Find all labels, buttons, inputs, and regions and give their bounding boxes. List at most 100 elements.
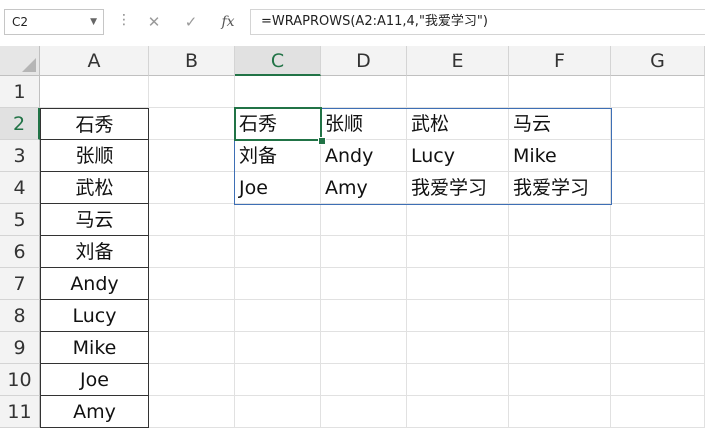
cell-c3[interactable]: 刘备 <box>235 140 321 172</box>
cell-c9[interactable] <box>235 332 321 364</box>
cell-e7[interactable] <box>407 268 509 300</box>
row-header-11[interactable]: 11 <box>0 396 40 428</box>
cell-g4[interactable] <box>611 172 705 204</box>
column-header-g[interactable]: G <box>611 46 705 76</box>
row-header-7[interactable]: 7 <box>0 268 40 300</box>
cell-c6[interactable] <box>235 236 321 268</box>
row-header-10[interactable]: 10 <box>0 364 40 396</box>
cell-a4[interactable]: 武松 <box>40 172 149 204</box>
cell-a1[interactable] <box>40 76 149 108</box>
cell-g9[interactable] <box>611 332 705 364</box>
cell-d5[interactable] <box>321 204 407 236</box>
cell-a6[interactable]: 刘备 <box>40 236 149 268</box>
cell-b5[interactable] <box>149 204 235 236</box>
cell-e3[interactable]: Lucy <box>407 140 509 172</box>
cell-a7[interactable]: Andy <box>40 268 149 300</box>
cell-d7[interactable] <box>321 268 407 300</box>
cell-d10[interactable] <box>321 364 407 396</box>
cell-a5[interactable]: 马云 <box>40 204 149 236</box>
cancel-icon[interactable]: ✕ <box>138 9 170 35</box>
row-header-6[interactable]: 6 <box>0 236 40 268</box>
row-header-4[interactable]: 4 <box>0 172 40 204</box>
cell-f9[interactable] <box>509 332 611 364</box>
cell-g2[interactable] <box>611 108 705 140</box>
cell-d3[interactable]: Andy <box>321 140 407 172</box>
cell-e11[interactable] <box>407 396 509 428</box>
column-header-c[interactable]: C <box>235 46 321 76</box>
cell-d1[interactable] <box>321 76 407 108</box>
cell-b10[interactable] <box>149 364 235 396</box>
cell-d8[interactable] <box>321 300 407 332</box>
cell-c1[interactable] <box>235 76 321 108</box>
cell-b4[interactable] <box>149 172 235 204</box>
cell-f4[interactable]: 我爱学习 <box>509 172 611 204</box>
cell-f8[interactable] <box>509 300 611 332</box>
select-all-corner[interactable] <box>0 46 40 76</box>
cell-c8[interactable] <box>235 300 321 332</box>
cell-f7[interactable] <box>509 268 611 300</box>
cell-b2[interactable] <box>149 108 235 140</box>
cell-e9[interactable] <box>407 332 509 364</box>
cell-e5[interactable] <box>407 204 509 236</box>
cell-a11[interactable]: Amy <box>40 396 149 428</box>
cell-f6[interactable] <box>509 236 611 268</box>
cell-e6[interactable] <box>407 236 509 268</box>
column-header-e[interactable]: E <box>407 46 509 76</box>
column-header-d[interactable]: D <box>321 46 407 76</box>
formula-input[interactable]: =WRAPROWS(A2:A11,4,"我爱学习") <box>250 9 705 35</box>
cell-b11[interactable] <box>149 396 235 428</box>
more-options-icon[interactable]: ⋮ <box>117 12 131 28</box>
cell-d4[interactable]: Amy <box>321 172 407 204</box>
cell-a10[interactable]: Joe <box>40 364 149 396</box>
column-header-b[interactable]: B <box>149 46 235 76</box>
row-header-3[interactable]: 3 <box>0 140 40 172</box>
row-header-5[interactable]: 5 <box>0 204 40 236</box>
cell-d2[interactable]: 张顺 <box>321 108 407 140</box>
cell-b6[interactable] <box>149 236 235 268</box>
cell-c5[interactable] <box>235 204 321 236</box>
cell-b8[interactable] <box>149 300 235 332</box>
cell-f2[interactable]: 马云 <box>509 108 611 140</box>
cell-d11[interactable] <box>321 396 407 428</box>
cell-c7[interactable] <box>235 268 321 300</box>
insert-function-icon[interactable]: fx <box>212 9 244 35</box>
cell-e2[interactable]: 武松 <box>407 108 509 140</box>
cell-a9[interactable]: Mike <box>40 332 149 364</box>
cell-e1[interactable] <box>407 76 509 108</box>
fill-handle[interactable] <box>318 137 326 145</box>
column-header-f[interactable]: F <box>509 46 611 76</box>
enter-icon[interactable]: ✓ <box>175 9 207 35</box>
cell-c2[interactable]: 石秀 <box>235 108 321 140</box>
cell-e4[interactable]: 我爱学习 <box>407 172 509 204</box>
cell-g11[interactable] <box>611 396 705 428</box>
row-header-1[interactable]: 1 <box>0 76 40 108</box>
cell-c4[interactable]: Joe <box>235 172 321 204</box>
cell-f3[interactable]: Mike <box>509 140 611 172</box>
cell-g8[interactable] <box>611 300 705 332</box>
row-header-9[interactable]: 9 <box>0 332 40 364</box>
cell-f1[interactable] <box>509 76 611 108</box>
cell-f5[interactable] <box>509 204 611 236</box>
cell-f10[interactable] <box>509 364 611 396</box>
name-box[interactable]: C2 ▼ <box>4 9 104 35</box>
cell-b9[interactable] <box>149 332 235 364</box>
cell-a2[interactable]: 石秀 <box>40 108 149 140</box>
chevron-down-icon[interactable]: ▼ <box>90 10 97 34</box>
cell-g5[interactable] <box>611 204 705 236</box>
cell-c10[interactable] <box>235 364 321 396</box>
cell-a8[interactable]: Lucy <box>40 300 149 332</box>
cell-b1[interactable] <box>149 76 235 108</box>
cell-b7[interactable] <box>149 268 235 300</box>
cell-e10[interactable] <box>407 364 509 396</box>
row-header-8[interactable]: 8 <box>0 300 40 332</box>
cell-d6[interactable] <box>321 236 407 268</box>
column-header-a[interactable]: A <box>40 46 149 76</box>
cell-a3[interactable]: 张顺 <box>40 140 149 172</box>
cell-g1[interactable] <box>611 76 705 108</box>
cell-g7[interactable] <box>611 268 705 300</box>
cell-f11[interactable] <box>509 396 611 428</box>
cell-g10[interactable] <box>611 364 705 396</box>
row-header-2[interactable]: 2 <box>0 108 40 140</box>
cell-b3[interactable] <box>149 140 235 172</box>
cell-c11[interactable] <box>235 396 321 428</box>
